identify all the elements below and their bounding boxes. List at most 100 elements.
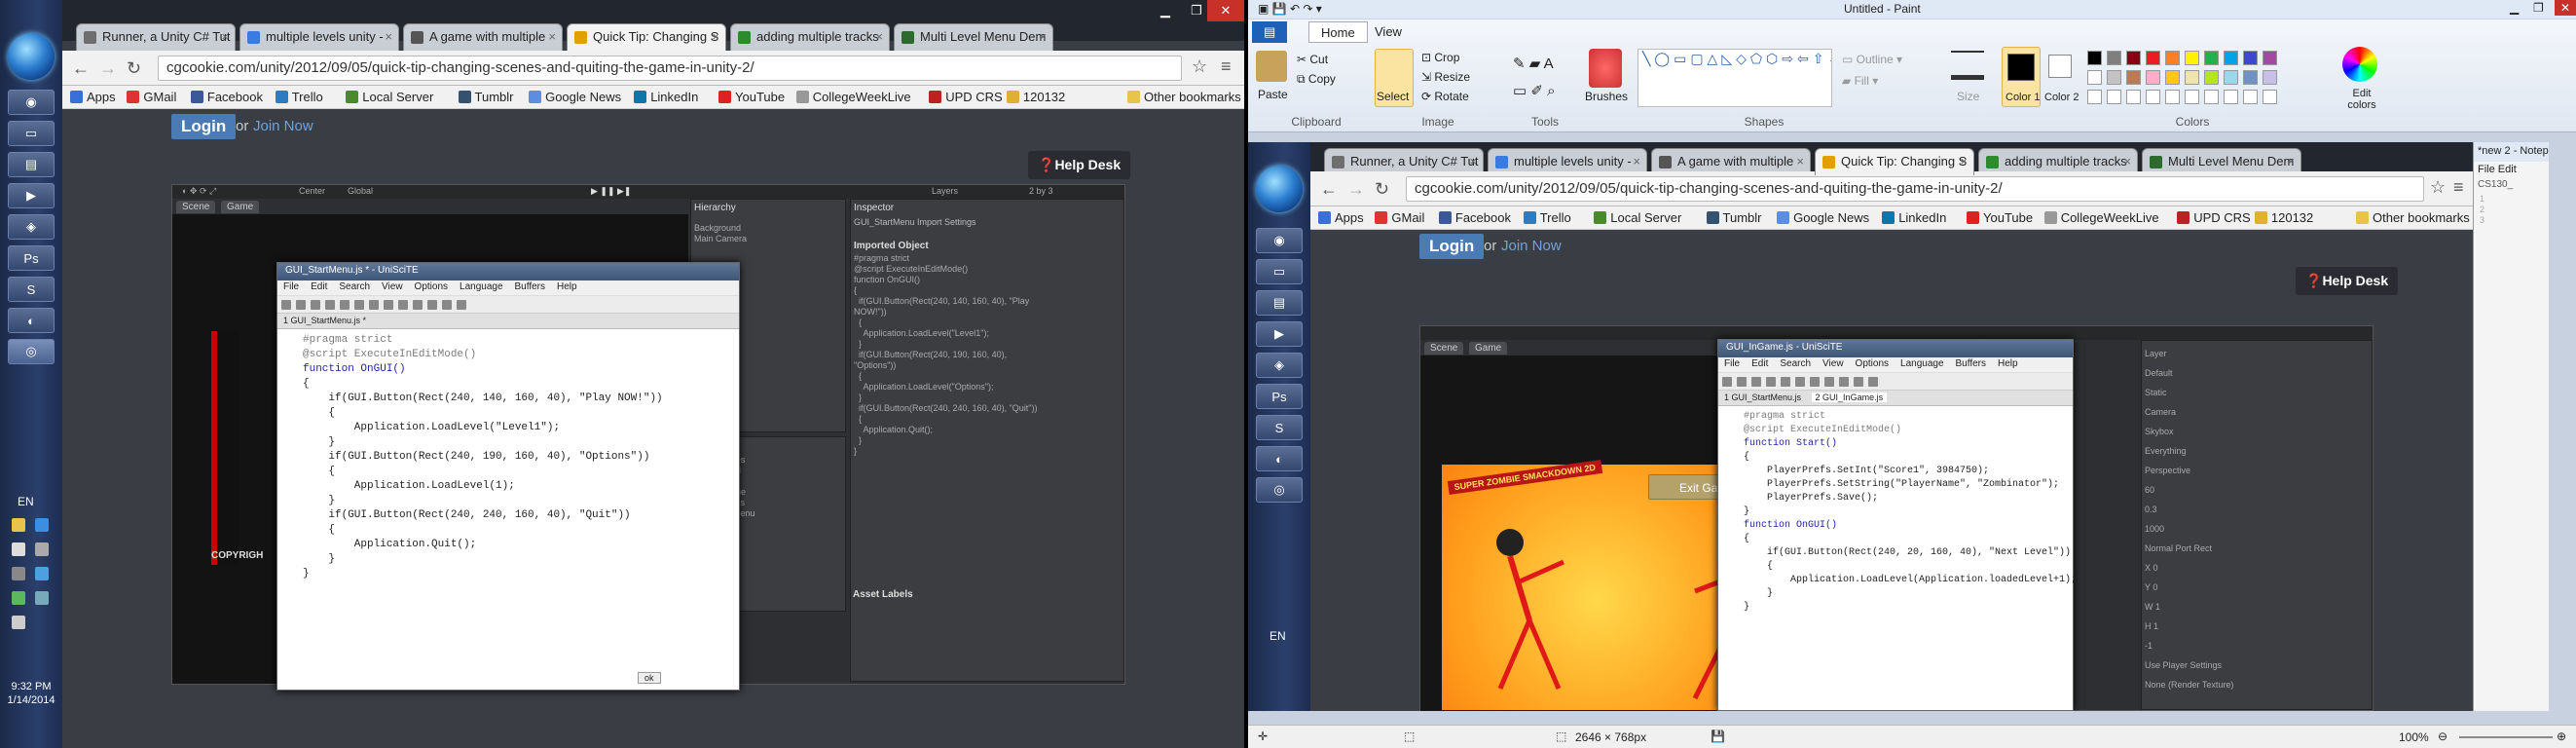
palette-swatch[interactable]: [2146, 70, 2160, 85]
address-bar[interactable]: cgcookie.com/unity/2012/09/05/quick-tip-…: [158, 56, 1182, 81]
editor-menu-options[interactable]: Options: [415, 281, 448, 292]
palette-empty-swatch[interactable]: [2185, 90, 2199, 104]
dropbox-icon[interactable]: [34, 567, 49, 580]
right-start-orb[interactable]: [1256, 166, 1303, 212]
center-toggle[interactable]: Center: [299, 186, 325, 197]
paste-icon[interactable]: [1256, 51, 1287, 82]
bluetooth-icon[interactable]: [34, 518, 49, 532]
editor-menu-edit[interactable]: Edit: [311, 281, 327, 292]
join-now-link[interactable]: Join Now: [253, 118, 313, 134]
volume-icon[interactable]: [12, 542, 25, 556]
palette-swatch[interactable]: [2224, 70, 2238, 85]
right-forward-button[interactable]: →: [1347, 179, 1365, 200]
tab-close-icon[interactable]: ×: [712, 29, 719, 44]
right-bookmark-8[interactable]: YouTube: [1967, 210, 2033, 225]
palette-swatch[interactable]: [2204, 70, 2219, 85]
right-back-button[interactable]: ←: [1320, 179, 1338, 200]
right-help-desk-button[interactable]: ❓Help Desk: [2296, 267, 2399, 295]
color2-selector[interactable]: [2048, 55, 2072, 78]
rotate-button[interactable]: ⟳ Rotate: [1421, 90, 1469, 103]
paint-view-tab[interactable]: View: [1363, 21, 1414, 43]
right-bookmark-11[interactable]: 120132: [2254, 210, 2313, 225]
right-taskbar-folder-icon[interactable]: ▭: [1256, 259, 1303, 284]
right-tab-close-icon[interactable]: ×: [1796, 154, 1804, 168]
right-scene-tab[interactable]: Scene: [1424, 342, 1464, 355]
taskbar-explorer-icon[interactable]: ▤: [8, 152, 55, 177]
paint-home-tab[interactable]: Home: [1308, 21, 1368, 43]
bookmark-5[interactable]: Tumblr: [458, 90, 513, 104]
clock[interactable]: 9:32 PM 1/14/2014: [2, 680, 60, 707]
right-taskbar-unity-icon[interactable]: ◈: [1256, 353, 1303, 378]
right-bookmark-6[interactable]: Google News: [1777, 210, 1869, 225]
tray-app-icon[interactable]: [12, 591, 25, 605]
tab-1[interactable]: multiple levels unity - ×: [239, 23, 399, 51]
shapes-gallery[interactable]: ╲◯▭▢△◺◇⬠⬡⇨⇦⇧⇩✦✧✩✶▭◫◌♡⚡: [1638, 49, 1832, 107]
paint-minimize-button[interactable]: ▁: [2510, 1, 2519, 15]
palette-empty-swatch[interactable]: [2224, 90, 2238, 104]
global-toggle[interactable]: Global: [348, 186, 373, 197]
right-bookmark-10[interactable]: UPD CRS: [2177, 210, 2251, 225]
scene-tab[interactable]: Scene: [176, 201, 216, 213]
right-editor-menu-options[interactable]: Options: [1856, 358, 1889, 369]
right-taskbar-ps-icon[interactable]: Ps: [1256, 384, 1303, 409]
paint-close-button[interactable]: ✕: [2555, 0, 2576, 16]
resize-button[interactable]: ⇲ Resize: [1421, 70, 1470, 84]
palette-swatch[interactable]: [2107, 70, 2121, 85]
tab-close-icon[interactable]: ×: [548, 29, 556, 44]
right-editor-menu-file[interactable]: File: [1724, 358, 1740, 369]
right-editor-menu-edit[interactable]: Edit: [1751, 358, 1768, 369]
right-taskbar-chrome2-icon[interactable]: ◎: [1256, 477, 1303, 503]
right-other-bookmarks[interactable]: Other bookmarks: [2356, 210, 2470, 225]
taskbar-skype-icon[interactable]: S: [8, 277, 55, 302]
right-bookmark-5[interactable]: Tumblr: [1706, 210, 1761, 225]
taskbar-photoshop-icon[interactable]: Ps: [8, 245, 55, 271]
tab-4[interactable]: adding multiple tracks ×: [730, 23, 890, 51]
editor-menu-view[interactable]: View: [382, 281, 403, 292]
editor-menu-help[interactable]: Help: [557, 281, 577, 292]
close-button[interactable]: ✕: [1207, 0, 1244, 21]
bookmark-4[interactable]: Local Server: [346, 90, 433, 104]
tab-close-icon[interactable]: ×: [1039, 29, 1047, 44]
zoom-in-button[interactable]: ⊕: [2557, 729, 2566, 743]
cut-button[interactable]: ✂ Cut: [1297, 53, 1328, 66]
right-code-area[interactable]: #pragma strict @script ExecuteInEditMode(…: [1718, 406, 2077, 615]
bookmark-3[interactable]: Trello: [275, 90, 323, 104]
palette-empty-swatch[interactable]: [2263, 90, 2277, 104]
size-icon[interactable]: [1951, 51, 1984, 80]
taskbar-folder-icon[interactable]: ▭: [8, 121, 55, 146]
right-tab-close-icon[interactable]: ×: [1960, 154, 1968, 168]
palette-swatch[interactable]: [2243, 70, 2258, 85]
editor-menu-language[interactable]: Language: [460, 281, 503, 292]
signal-icon[interactable]: [12, 616, 25, 629]
right-address-bar[interactable]: cgcookie.com/unity/2012/09/05/quick-tip-…: [1406, 176, 2424, 202]
palette-swatch[interactable]: [2165, 51, 2180, 65]
quick-access-icons[interactable]: ▣ 💾 ↶ ↷ ▾: [1258, 2, 1322, 16]
bookmark-1[interactable]: GMail: [127, 90, 176, 104]
right-editor-menu-language[interactable]: Language: [1900, 358, 1944, 369]
right-file-tab-ingame[interactable]: 2 GUI_InGame.js: [1811, 393, 1888, 402]
tab-2[interactable]: A game with multiple ×: [403, 23, 563, 51]
taskbar-media-icon[interactable]: ▶: [8, 183, 55, 208]
bookmark-9[interactable]: CollegeWeekLive: [795, 90, 911, 104]
right-taskbar-media-icon[interactable]: ▶: [1256, 321, 1303, 347]
right-tab-3[interactable]: Quick Tip: Changing S ×: [1815, 148, 1974, 175]
bookmark-11[interactable]: 120132: [1006, 90, 1065, 104]
back-button[interactable]: ←: [72, 58, 90, 79]
size-label[interactable]: Size: [1957, 90, 1979, 103]
paste-label[interactable]: Paste: [1258, 88, 1288, 101]
right-language-indicator[interactable]: EN: [1270, 629, 1286, 643]
palette-empty-swatch[interactable]: [2146, 90, 2160, 104]
copy-button[interactable]: ⧉ Copy: [1297, 72, 1336, 87]
language-indicator[interactable]: EN: [18, 495, 34, 508]
palette-swatch[interactable]: [2107, 51, 2121, 65]
notepad-file-tab[interactable]: CS130_: [2474, 177, 2549, 192]
taskbar-unity-icon[interactable]: ◈: [8, 214, 55, 240]
tab-3[interactable]: Quick Tip: Changing S ×: [567, 23, 726, 51]
palette-empty-swatch[interactable]: [2165, 90, 2180, 104]
palette-swatch[interactable]: [2204, 51, 2219, 65]
palette-empty-swatch[interactable]: [2204, 90, 2219, 104]
right-taskbar-skype-icon[interactable]: S: [1256, 415, 1303, 440]
edit-colors-label[interactable]: Edit colors: [2342, 88, 2381, 111]
right-bookmark-4[interactable]: Local Server: [1594, 210, 1681, 225]
palette-empty-swatch[interactable]: [2107, 90, 2121, 104]
